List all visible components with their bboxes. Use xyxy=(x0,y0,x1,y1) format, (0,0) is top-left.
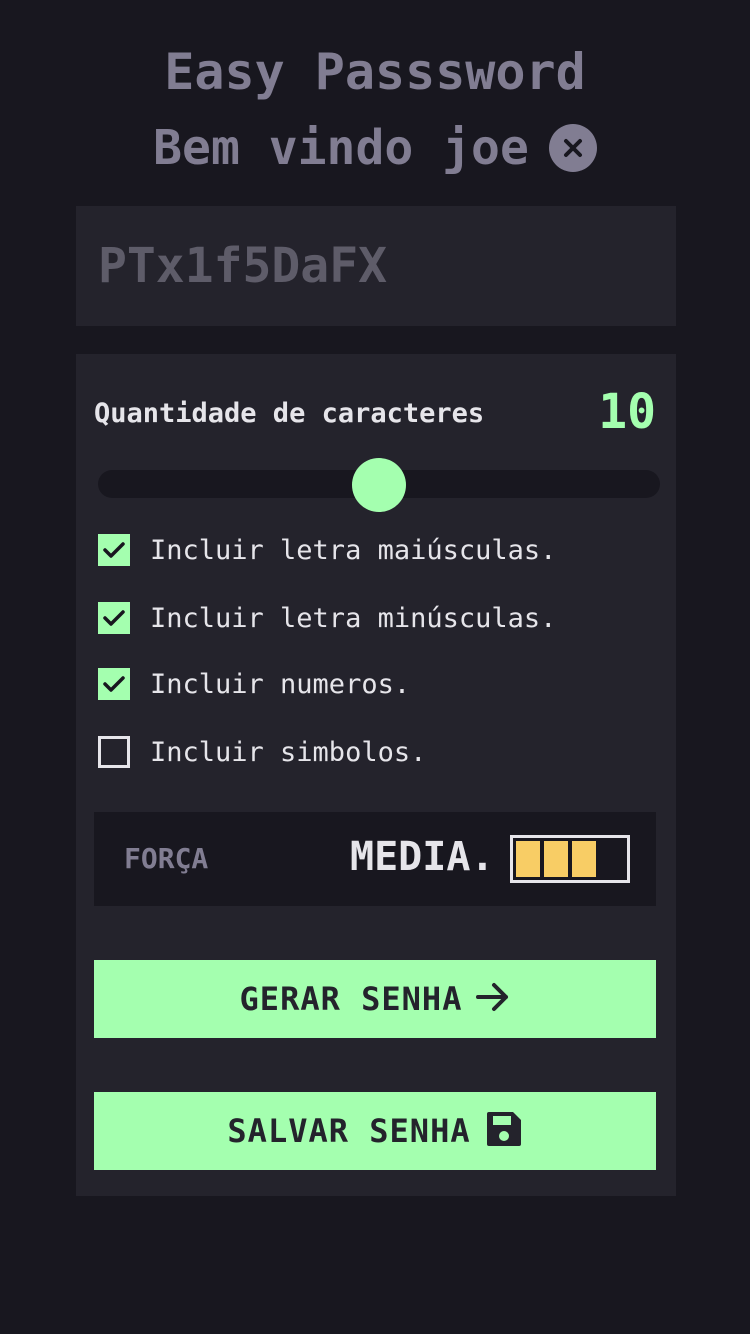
generator-panel: Quantidade de caracteres 10 Incluir letr… xyxy=(76,354,676,1196)
option-label: Incluir letra minúsculas. xyxy=(150,602,557,634)
password-display: PTx1f5DaFX xyxy=(76,206,676,326)
lowercase-checkbox[interactable] xyxy=(98,602,130,634)
uppercase-checkbox[interactable] xyxy=(98,534,130,566)
strength-meter: FORÇA MEDIA. xyxy=(94,812,656,906)
app-title: Easy Passsword xyxy=(164,43,586,101)
strength-bar xyxy=(600,841,624,877)
strength-bar xyxy=(572,841,596,877)
option-uppercase[interactable]: Incluir letra maiúsculas. xyxy=(98,534,556,566)
strength-label: FORÇA xyxy=(124,842,209,875)
generated-password: PTx1f5DaFX xyxy=(98,238,387,294)
numbers-checkbox[interactable] xyxy=(98,668,130,700)
generate-password-button[interactable]: GERAR SENHA xyxy=(94,960,656,1038)
close-circle-icon[interactable] xyxy=(548,124,597,172)
option-numbers[interactable]: Incluir numeros. xyxy=(98,668,410,700)
option-symbols[interactable]: Incluir simbolos. xyxy=(98,736,426,768)
welcome-row: Bem vindo joe xyxy=(0,118,750,178)
strength-bar xyxy=(516,841,540,877)
option-label: Incluir letra maiúsculas. xyxy=(150,534,557,566)
symbols-checkbox[interactable] xyxy=(98,736,130,768)
strength-value: MEDIA. xyxy=(350,834,495,880)
floppy-disk-icon xyxy=(485,1110,523,1152)
strength-bar xyxy=(544,841,568,877)
length-slider-thumb[interactable] xyxy=(352,458,406,512)
option-label: Incluir simbolos. xyxy=(150,736,427,768)
arrow-right-icon xyxy=(476,982,510,1016)
option-lowercase[interactable]: Incluir letra minúsculas. xyxy=(98,602,556,634)
generate-button-label: GERAR SENHA xyxy=(239,980,463,1018)
length-label: Quantidade de caracteres xyxy=(94,398,485,429)
option-label: Incluir numeros. xyxy=(150,668,411,700)
length-value: 10 xyxy=(598,384,656,440)
strength-bars xyxy=(510,835,630,883)
save-password-button[interactable]: SALVAR SENHA xyxy=(94,1092,656,1170)
welcome-text: Bem vindo joe xyxy=(153,120,529,176)
save-button-label: SALVAR SENHA xyxy=(227,1112,471,1150)
